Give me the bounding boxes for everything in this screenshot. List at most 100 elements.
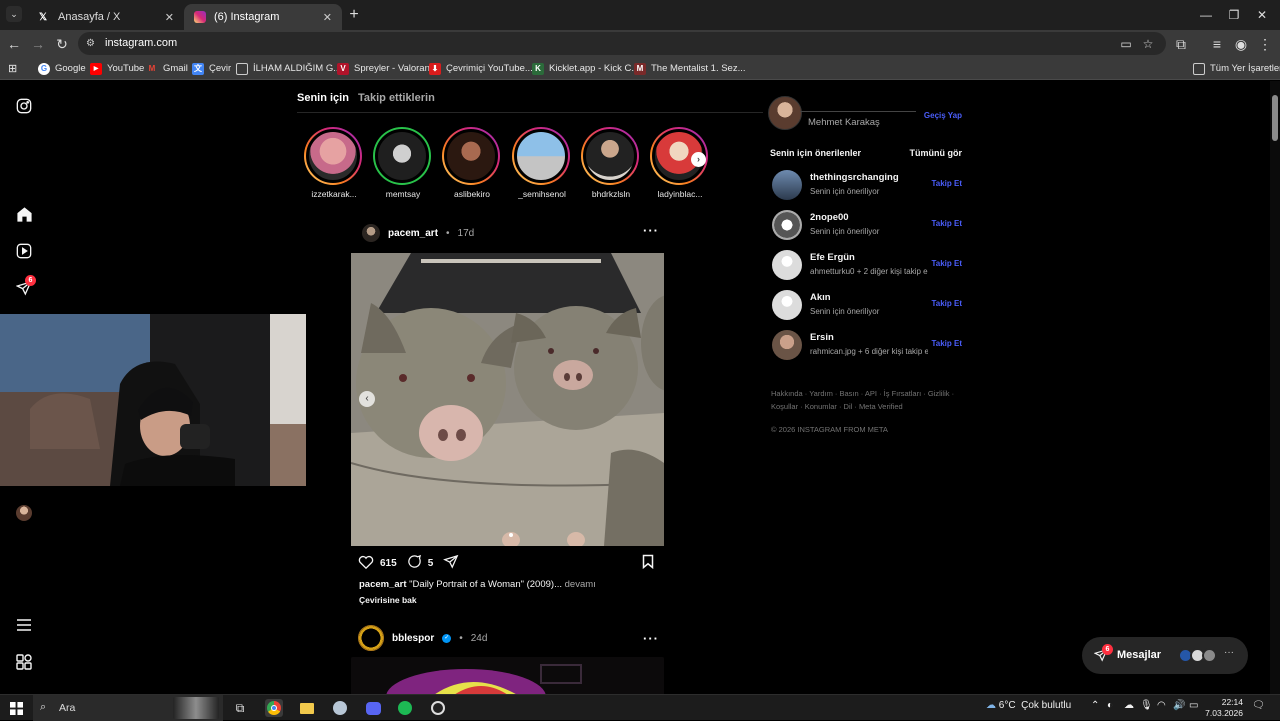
story-item[interactable]: aslibekiro: [442, 127, 502, 199]
forward-arrow-icon[interactable]: →: [29, 35, 47, 53]
post-image[interactable]: ‹: [351, 253, 664, 546]
battery-icon[interactable]: ▭: [1189, 700, 1198, 711]
switch-account-link[interactable]: Geçiş Yap: [924, 111, 962, 120]
close-tab-icon[interactable]: ✕: [323, 11, 332, 24]
browser-menu-icon[interactable]: ⋮: [1256, 35, 1274, 53]
also-from-meta-icon[interactable]: [14, 652, 34, 672]
story-item[interactable]: izzetkarak...: [304, 127, 364, 199]
bookmark-translate[interactable]: 文 Çevir: [192, 61, 231, 76]
current-user-avatar[interactable]: [768, 96, 802, 130]
file-explorer-icon[interactable]: [298, 699, 316, 717]
show-hidden-icons-chevron-icon[interactable]: ⌃: [1091, 700, 1099, 711]
weather-widget[interactable]: ☁ 6°C Çok bulutlu: [986, 700, 1071, 711]
post-username[interactable]: pacem_art: [388, 228, 438, 239]
post-avatar[interactable]: [362, 224, 380, 242]
obs-icon[interactable]: [429, 699, 447, 717]
cloud-sync-icon[interactable]: ☁: [1124, 700, 1134, 711]
suggestion-name[interactable]: Efe Ergün: [810, 252, 855, 263]
extensions-icon[interactable]: ⧉: [1172, 35, 1190, 53]
notification-center-icon[interactable]: 🗨: [1252, 700, 1265, 711]
direct-messages-icon[interactable]: 6: [14, 275, 36, 298]
follow-button[interactable]: Takip Et: [931, 339, 962, 348]
suggestion-avatar[interactable]: [772, 170, 802, 200]
tab-for-you[interactable]: Senin için: [297, 92, 349, 104]
tab-twitter[interactable]: 𝕏 Anasayfa / X ✕: [26, 4, 184, 30]
chrome-icon[interactable]: [265, 699, 283, 717]
story-item[interactable]: memtsay: [373, 127, 433, 199]
bookmark-valorant[interactable]: V Spreyler - Valorant: [337, 61, 433, 76]
network-app-icon[interactable]: ◐: [1107, 700, 1113, 711]
close-tab-icon[interactable]: ✕: [165, 11, 174, 24]
streaming-app-icon[interactable]: [331, 699, 349, 717]
suggestion-avatar[interactable]: [772, 330, 802, 360]
suggestion-name[interactable]: 2nope00: [810, 212, 849, 223]
taskbar-search[interactable]: ⌕ Ara: [33, 695, 223, 721]
default-avatar-icon[interactable]: [772, 290, 802, 320]
follow-button[interactable]: Takip Et: [931, 179, 962, 188]
bookmark-folder-ilham[interactable]: İLHAM ALDIĞIM G...: [236, 61, 341, 76]
like-heart-icon[interactable]: [358, 554, 374, 572]
profile-avatar-icon[interactable]: [14, 503, 34, 523]
profile-avatar-icon[interactable]: ◉: [1232, 35, 1250, 53]
post-image[interactable]: [351, 657, 664, 694]
new-tab-plus-icon[interactable]: +: [346, 7, 362, 23]
follow-button[interactable]: Takip Et: [931, 219, 962, 228]
stories-next-chevron-icon[interactable]: ›: [691, 152, 706, 167]
post-avatar[interactable]: [358, 625, 384, 651]
tab-search-chevron-icon[interactable]: ⌄: [6, 6, 22, 22]
post-username[interactable]: bblespor: [392, 633, 434, 644]
caption-more-link[interactable]: devamı: [565, 579, 596, 590]
tab-instagram[interactable]: (6) Instagram ✕: [184, 4, 342, 30]
like-count[interactable]: 615: [380, 558, 397, 569]
task-view-icon[interactable]: ⧉: [231, 699, 249, 717]
back-arrow-icon[interactable]: ←: [5, 35, 23, 53]
page-scrollbar[interactable]: [1270, 81, 1280, 694]
scrollbar-thumb[interactable]: [1272, 95, 1278, 141]
default-avatar-icon[interactable]: [772, 250, 802, 280]
comment-count[interactable]: 5: [428, 558, 434, 569]
bookmark-mentalist[interactable]: M The Mentalist 1. Sez...: [634, 61, 746, 76]
post-options-icon[interactable]: ···: [643, 631, 659, 646]
tab-following[interactable]: Takip ettiklerin: [358, 92, 435, 104]
messages-button[interactable]: 6 Mesajlar ···: [1082, 637, 1248, 674]
bookmark-youtube-downloader[interactable]: ⬇ Çevrimiçi YouTube...: [429, 61, 533, 76]
save-bookmark-icon[interactable]: [642, 554, 654, 572]
clock[interactable]: 22:14 7.03.2026: [1203, 697, 1243, 719]
post-options-icon[interactable]: ···: [643, 223, 659, 238]
suggestion-name[interactable]: thethingsrchanging: [810, 172, 899, 183]
more-menu-icon[interactable]: [14, 615, 34, 635]
follow-button[interactable]: Takip Et: [931, 259, 962, 268]
windows-start-icon[interactable]: [7, 699, 25, 717]
bookmark-star-icon[interactable]: ☆: [1140, 36, 1156, 52]
discord-icon[interactable]: [364, 699, 382, 717]
follow-button[interactable]: Takip Et: [931, 299, 962, 308]
bookmark-gmail[interactable]: M Gmail: [146, 61, 188, 76]
bookmark-kicklet[interactable]: K Kicklet.app - Kick C...: [532, 61, 639, 76]
cast-icon[interactable]: ▭: [1118, 36, 1134, 52]
bookmark-google[interactable]: G Google: [38, 61, 86, 76]
suggestion-avatar[interactable]: [772, 210, 802, 240]
suggestion-name[interactable]: Akın: [810, 292, 831, 303]
suggestion-name[interactable]: Ersin: [810, 332, 834, 343]
media-control-icon[interactable]: ≡: [1208, 35, 1226, 53]
close-window-icon[interactable]: ✕: [1244, 0, 1280, 30]
see-translation-link[interactable]: Çevirisine bak: [359, 595, 417, 605]
instagram-logo-icon[interactable]: [14, 96, 34, 116]
site-info-icon[interactable]: ⚙: [86, 37, 99, 50]
share-send-icon[interactable]: [443, 554, 459, 572]
address-bar[interactable]: ⚙ instagram.com ▭ ☆: [78, 32, 1166, 55]
wifi-icon[interactable]: ◠: [1157, 700, 1166, 711]
all-bookmarks[interactable]: Tüm Yer İşaretleri: [1193, 61, 1280, 76]
spotify-icon[interactable]: [396, 699, 414, 717]
see-all-link[interactable]: Tümünü gör: [910, 148, 963, 158]
footer-links[interactable]: Hakkında · Yardım · Basın · API · İş Fır…: [771, 387, 971, 413]
story-item[interactable]: bhdrkzlsln: [581, 127, 641, 199]
reload-icon[interactable]: ↻: [53, 35, 71, 53]
story-item[interactable]: _semihsenol: [512, 127, 572, 199]
caption-username[interactable]: pacem_art: [359, 579, 407, 590]
apps-grid-icon[interactable]: ⊞: [8, 61, 17, 76]
reels-icon[interactable]: [14, 241, 34, 261]
comment-icon[interactable]: [407, 554, 422, 572]
microphone-icon[interactable]: 🎙: [1140, 700, 1153, 711]
volume-icon[interactable]: 🔊: [1173, 700, 1185, 711]
